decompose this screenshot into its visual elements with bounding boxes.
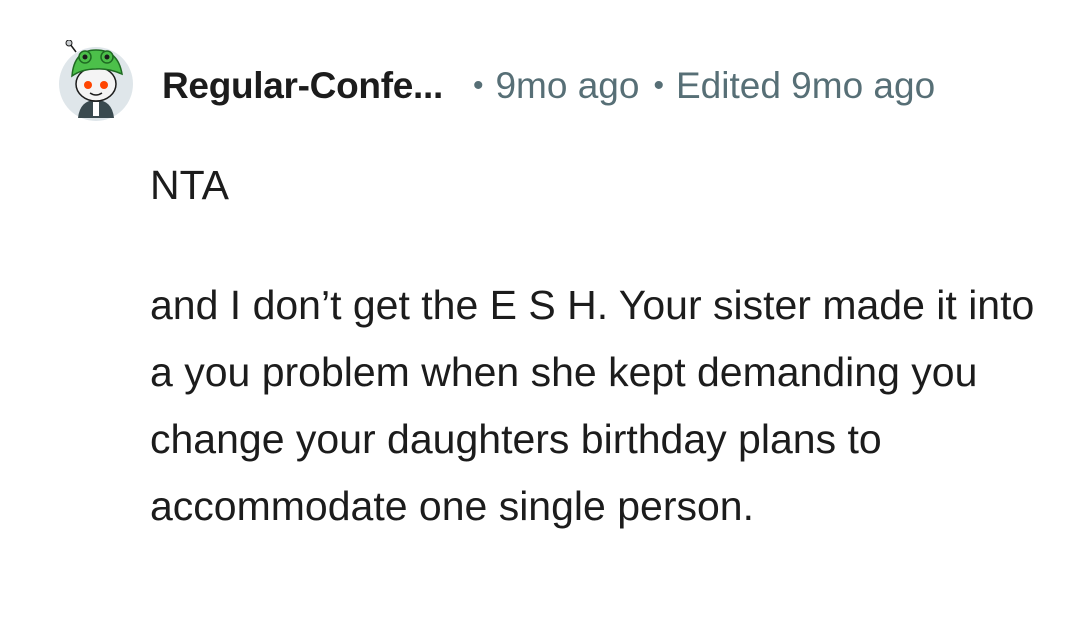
- comment-age: 9mo ago: [495, 65, 640, 106]
- meta-separator: •: [653, 69, 664, 102]
- meta-separator: •: [472, 69, 484, 102]
- comment-header: Regular-Confe... • 9mo ago • Edited 9mo …: [162, 62, 935, 110]
- edited-timestamp: Edited 9mo ago: [675, 65, 936, 106]
- comment-paragraph: NTA: [150, 162, 229, 208]
- snoo-avatar-icon: [59, 39, 133, 121]
- username-link[interactable]: Regular-Confe...: [162, 65, 443, 107]
- comment: Regular-Confe... • 9mo ago • Edited 9mo …: [0, 0, 1080, 632]
- user-avatar[interactable]: [56, 39, 136, 122]
- comment-body: NTA and I don’t get the E S H. Your sist…: [150, 152, 1050, 540]
- comment-paragraph: and I don’t get the E S H. Your sister m…: [150, 282, 1035, 529]
